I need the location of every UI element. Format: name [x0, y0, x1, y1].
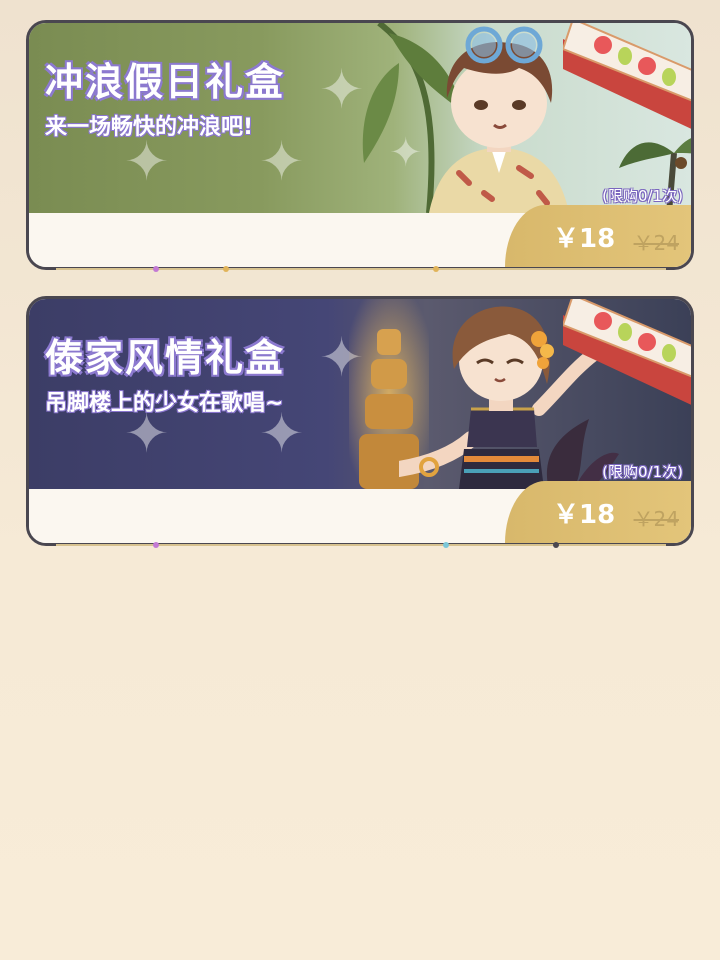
gift-box-card-dai-style[interactable]: ✦ ✦ ✦ 傣家风情礼盒 吊脚楼上的少女在歌唱~ (限购0/1次) ￥18 ￥2… [26, 296, 694, 546]
card-subtitle: 吊脚楼上的少女在歌唱~ [45, 391, 284, 416]
sparkle-icon: ✦ [259, 130, 305, 193]
apple-icon [638, 57, 656, 75]
price-label: ￥18 [553, 224, 616, 254]
apple-icon [594, 312, 612, 330]
pear-icon [618, 47, 632, 65]
sparkle-icon: ✦ [319, 58, 365, 121]
pear-icon [618, 323, 632, 341]
pear-icon [662, 68, 676, 86]
sparkle-icon: ✦ [124, 130, 170, 193]
purchase-limit-label: (限购0/1次) [602, 463, 683, 481]
price-label: ￥18 [553, 500, 616, 530]
buy-price-button[interactable]: ￥18 ￥24 [505, 205, 691, 267]
gift-box-card-surfing[interactable]: ✦ ✦ ✦ ✦ 冲浪假日礼盒 来一场畅快的冲浪吧! (限购0/1次) ￥18 ￥… [26, 20, 694, 270]
ribbon-icon [563, 23, 691, 129]
buy-price-button[interactable]: ￥18 ￥24 [505, 481, 691, 543]
apple-icon [594, 36, 612, 54]
original-price-label: ￥24 [633, 231, 679, 255]
card-title: 冲浪假日礼盒 [45, 60, 286, 104]
card-divider-decoration [56, 266, 666, 272]
card-title: 傣家风情礼盒 [45, 336, 286, 380]
card-banner: ✦ ✦ ✦ 傣家风情礼盒 吊脚楼上的少女在歌唱~ (限购0/1次) [29, 299, 691, 489]
card-subtitle: 来一场畅快的冲浪吧! [45, 115, 254, 140]
original-price-label: ￥24 [633, 507, 679, 531]
card-footer: ￥18 ￥24 [29, 481, 691, 543]
card-banner: ✦ ✦ ✦ ✦ 冲浪假日礼盒 来一场畅快的冲浪吧! (限购0/1次) [29, 23, 691, 213]
card-footer: ￥18 ￥24 [29, 205, 691, 267]
apple-icon [638, 333, 656, 351]
pear-icon [662, 344, 676, 362]
purchase-limit-label: (限购0/1次) [602, 187, 683, 205]
ribbon-icon [563, 299, 691, 405]
card-divider-decoration [56, 542, 666, 548]
